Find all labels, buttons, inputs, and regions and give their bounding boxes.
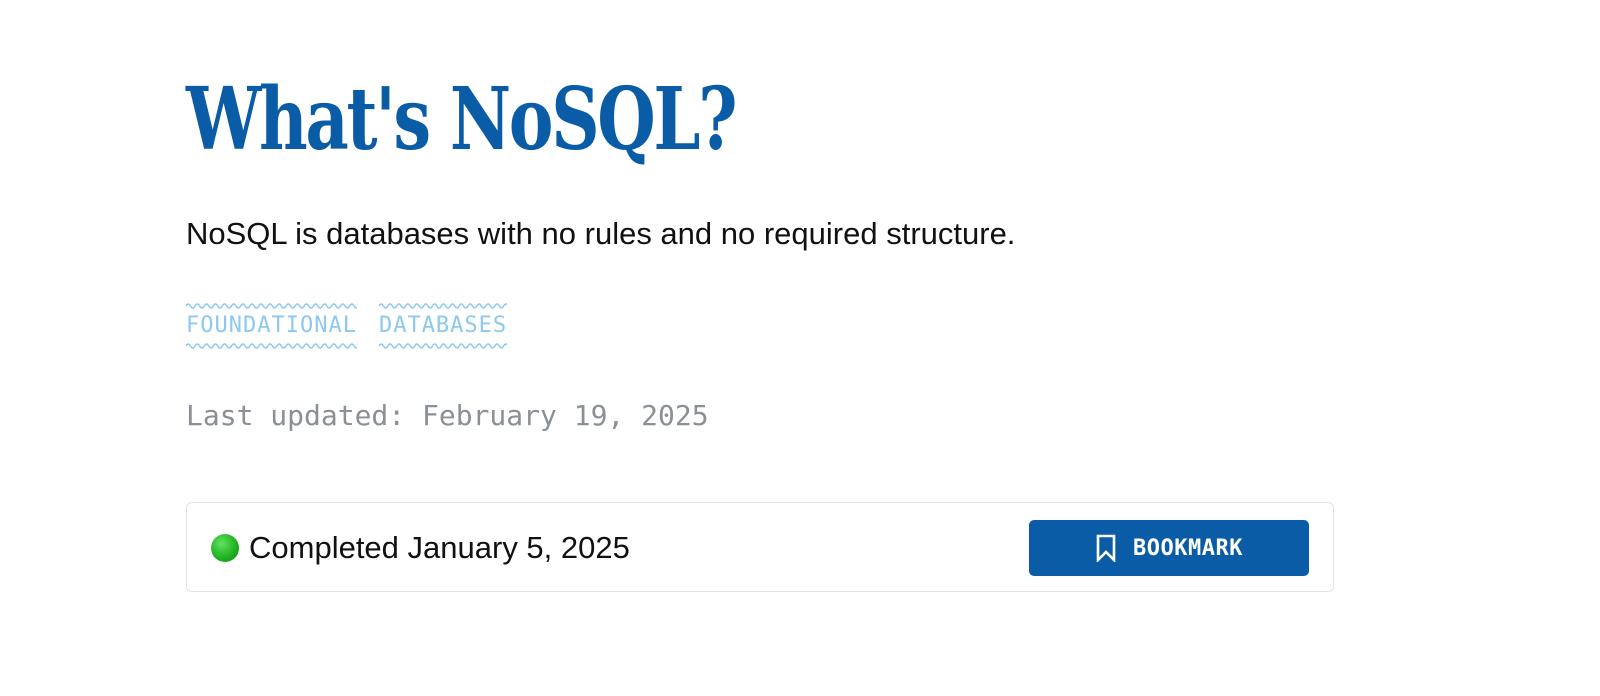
tag-list: FOUNDATIONAL DATABASES xyxy=(186,302,508,350)
page: What's NoSQL? NoSQL is databases with no… xyxy=(0,0,1600,696)
progress-card: Completed January 5, 2025 BOOKMARK xyxy=(186,502,1334,592)
wavy-border-icon xyxy=(378,343,508,349)
green-circle-icon xyxy=(211,534,239,562)
tag-label: FOUNDATIONAL xyxy=(186,313,357,338)
tag-label: DATABASES xyxy=(378,313,508,338)
wavy-border-icon xyxy=(186,343,357,349)
completion-text: Completed January 5, 2025 xyxy=(249,530,630,565)
bookmark-icon xyxy=(1096,534,1116,562)
last-updated: Last updated: February 19, 2025 xyxy=(186,399,709,432)
page-subtitle: NoSQL is databases with no rules and no … xyxy=(186,216,1016,251)
bookmark-label: BOOKMARK xyxy=(1133,535,1243,561)
tag-foundational[interactable]: FOUNDATIONAL xyxy=(186,302,357,350)
tag-databases[interactable]: DATABASES xyxy=(378,302,508,350)
page-title: What's NoSQL? xyxy=(186,69,738,170)
wavy-border-icon xyxy=(378,303,508,309)
wavy-border-icon xyxy=(186,303,357,309)
bookmark-button[interactable]: BOOKMARK xyxy=(1029,520,1309,576)
completion-status: Completed January 5, 2025 xyxy=(211,528,630,568)
